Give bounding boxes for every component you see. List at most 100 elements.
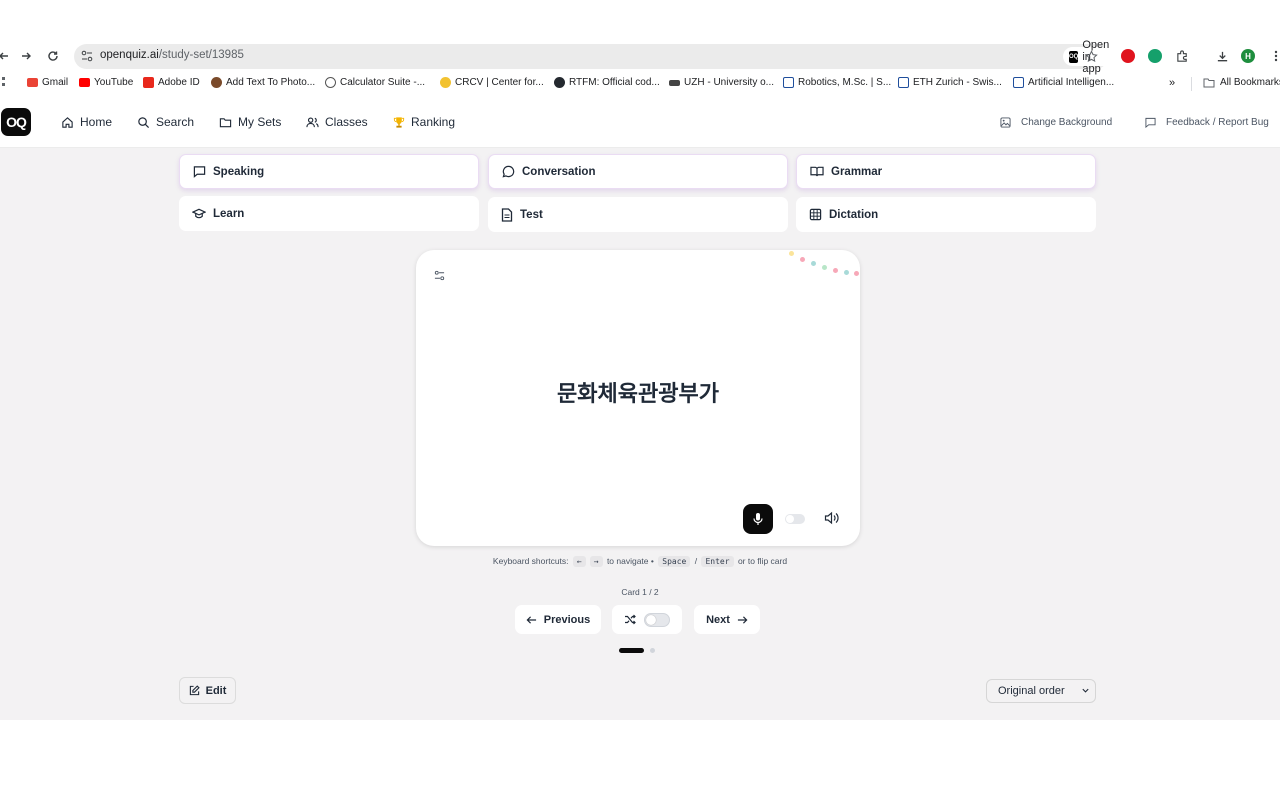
- change-background-label: Change Background: [1021, 117, 1113, 128]
- mode-conversation-label: Conversation: [522, 165, 596, 178]
- extensions-puzzle-icon[interactable]: [1174, 48, 1190, 64]
- nav-my-sets-label: My Sets: [238, 115, 282, 129]
- flashcard[interactable]: 문화체육관광부가: [416, 250, 860, 546]
- shuffle-control[interactable]: [612, 605, 682, 634]
- shortcuts-navigate-text: to navigate •: [606, 556, 654, 566]
- opera-extension-icon[interactable]: [1121, 49, 1135, 63]
- nav-home-label: Home: [80, 115, 113, 129]
- bookmark-add-text[interactable]: Add Text To Photo...: [211, 77, 315, 88]
- gmail-icon: [27, 78, 38, 87]
- bookmark-label: ETH Zurich - Swis...: [913, 77, 1002, 88]
- shortcuts-prefix: Keyboard shortcuts:: [492, 556, 569, 566]
- next-label: Next: [706, 613, 730, 626]
- progress-indicator-active[interactable]: [619, 648, 644, 653]
- confetti-dot: [811, 261, 816, 266]
- bookmark-star-icon[interactable]: [1083, 48, 1099, 64]
- geogebra-icon: [325, 77, 336, 88]
- browser-menu-icon[interactable]: [1268, 48, 1280, 64]
- home-icon: [62, 116, 73, 128]
- nav-ranking[interactable]: Ranking: [393, 115, 455, 129]
- forward-arrow-icon[interactable]: [18, 48, 34, 64]
- bookmark-label: YouTube: [94, 77, 134, 88]
- mode-grammar[interactable]: Grammar: [796, 154, 1096, 189]
- next-button[interactable]: Next: [694, 605, 760, 634]
- photo-icon: [211, 77, 222, 88]
- bookmark-adobe[interactable]: Adobe ID: [143, 77, 200, 88]
- bookmark-eth[interactable]: ETH Zurich - Swis...: [898, 77, 1002, 88]
- shuffle-icon: [625, 614, 636, 625]
- eth-icon: [783, 77, 794, 88]
- crcv-icon: [440, 77, 451, 88]
- message-square-icon: [1145, 117, 1156, 128]
- order-select[interactable]: Original order: [986, 679, 1096, 703]
- bookmark-uzh[interactable]: UZH - University o...: [669, 77, 774, 88]
- github-icon: [554, 77, 565, 88]
- edit-label: Edit: [205, 684, 227, 697]
- bookmark-calculator[interactable]: Calculator Suite -...: [325, 77, 425, 88]
- book-open-icon: [810, 166, 824, 177]
- bookmarks-overflow-button[interactable]: »: [1169, 77, 1175, 89]
- openquiz-logo[interactable]: OQ: [1, 108, 31, 136]
- nav-my-sets[interactable]: My Sets: [219, 115, 281, 129]
- bookmark-label: Robotics, M.Sc. | S...: [798, 77, 892, 88]
- site-settings-icon[interactable]: [80, 49, 96, 65]
- mode-speaking[interactable]: Speaking: [179, 154, 479, 189]
- nav-classes[interactable]: Classes: [306, 115, 368, 129]
- progress-indicator-dot[interactable]: [650, 648, 655, 653]
- profile-avatar[interactable]: H: [1241, 49, 1255, 63]
- shortcuts-slash: /: [694, 556, 698, 566]
- feedback-button[interactable]: Feedback / Report Bug: [1145, 117, 1269, 128]
- mode-conversation[interactable]: Conversation: [488, 154, 788, 189]
- speaker-icon[interactable]: [824, 511, 840, 530]
- feedback-label: Feedback / Report Bug: [1166, 117, 1269, 128]
- nav-search[interactable]: Search: [137, 115, 194, 129]
- apps-grid-icon[interactable]: [0, 77, 5, 87]
- kbd-space: Space: [658, 556, 691, 567]
- audio-mode-toggle[interactable]: [785, 514, 805, 524]
- folder-icon: [1203, 78, 1215, 87]
- previous-button[interactable]: Previous: [515, 605, 601, 634]
- bookmark-gmail[interactable]: Gmail: [27, 77, 68, 88]
- card-counter: Card 1 / 2: [621, 587, 659, 597]
- reload-icon[interactable]: [45, 48, 61, 64]
- bookmark-label: Adobe ID: [158, 77, 200, 88]
- message-circle-icon: [502, 165, 515, 178]
- kbd-left-arrow: ←: [572, 556, 586, 567]
- bookmark-ai[interactable]: Artificial Intelligen...: [1013, 77, 1114, 88]
- change-background-button[interactable]: Change Background: [1000, 117, 1112, 128]
- trophy-icon: [393, 116, 405, 128]
- bookmarks-divider: [1191, 77, 1192, 91]
- order-select-value: Original order: [998, 685, 1065, 697]
- card-settings-icon[interactable]: [434, 268, 445, 286]
- shuffle-toggle[interactable]: [644, 612, 670, 627]
- url-text[interactable]: openquiz.ai/study-set/13985: [100, 49, 244, 61]
- arrow-right-icon: [737, 615, 748, 624]
- app-navbar: OQ Home Search My Sets Classes Ranking C…: [0, 98, 1280, 148]
- microphone-button[interactable]: [743, 504, 773, 534]
- bookmark-label: RTFM: Official cod...: [569, 77, 660, 88]
- eth-icon: [898, 77, 909, 88]
- confetti-dot: [833, 268, 838, 273]
- mode-learn[interactable]: Learn: [179, 196, 479, 231]
- mode-test[interactable]: Test: [488, 197, 788, 232]
- edit-button[interactable]: Edit: [179, 677, 236, 704]
- bookmark-robotics[interactable]: Robotics, M.Sc. | S...: [783, 77, 891, 88]
- kbd-enter: Enter: [701, 556, 734, 567]
- confetti-dot: [854, 271, 859, 276]
- grammarly-extension-icon[interactable]: [1148, 49, 1162, 63]
- address-bar[interactable]: openquiz.ai/study-set/13985 OQ Open in a…: [74, 39, 1119, 75]
- bookmark-youtube[interactable]: YouTube: [79, 77, 133, 88]
- download-icon[interactable]: [1214, 48, 1230, 64]
- mode-dictation[interactable]: Dictation: [796, 197, 1096, 232]
- nav-home[interactable]: Home: [61, 115, 112, 129]
- chevron-down-icon: [1082, 688, 1089, 693]
- arrow-left-icon: [526, 615, 536, 624]
- bookmark-crcv[interactable]: CRCV | Center for...: [440, 77, 544, 88]
- back-arrow-icon[interactable]: [0, 48, 12, 64]
- grid-icon: [809, 208, 822, 221]
- all-bookmarks-button[interactable]: All Bookmarks: [1203, 77, 1280, 88]
- file-text-icon: [501, 207, 513, 222]
- all-bookmarks-label: All Bookmarks: [1220, 77, 1280, 88]
- bookmark-rtfm[interactable]: RTFM: Official cod...: [554, 77, 660, 88]
- url-path: /study-set/13985: [158, 49, 244, 61]
